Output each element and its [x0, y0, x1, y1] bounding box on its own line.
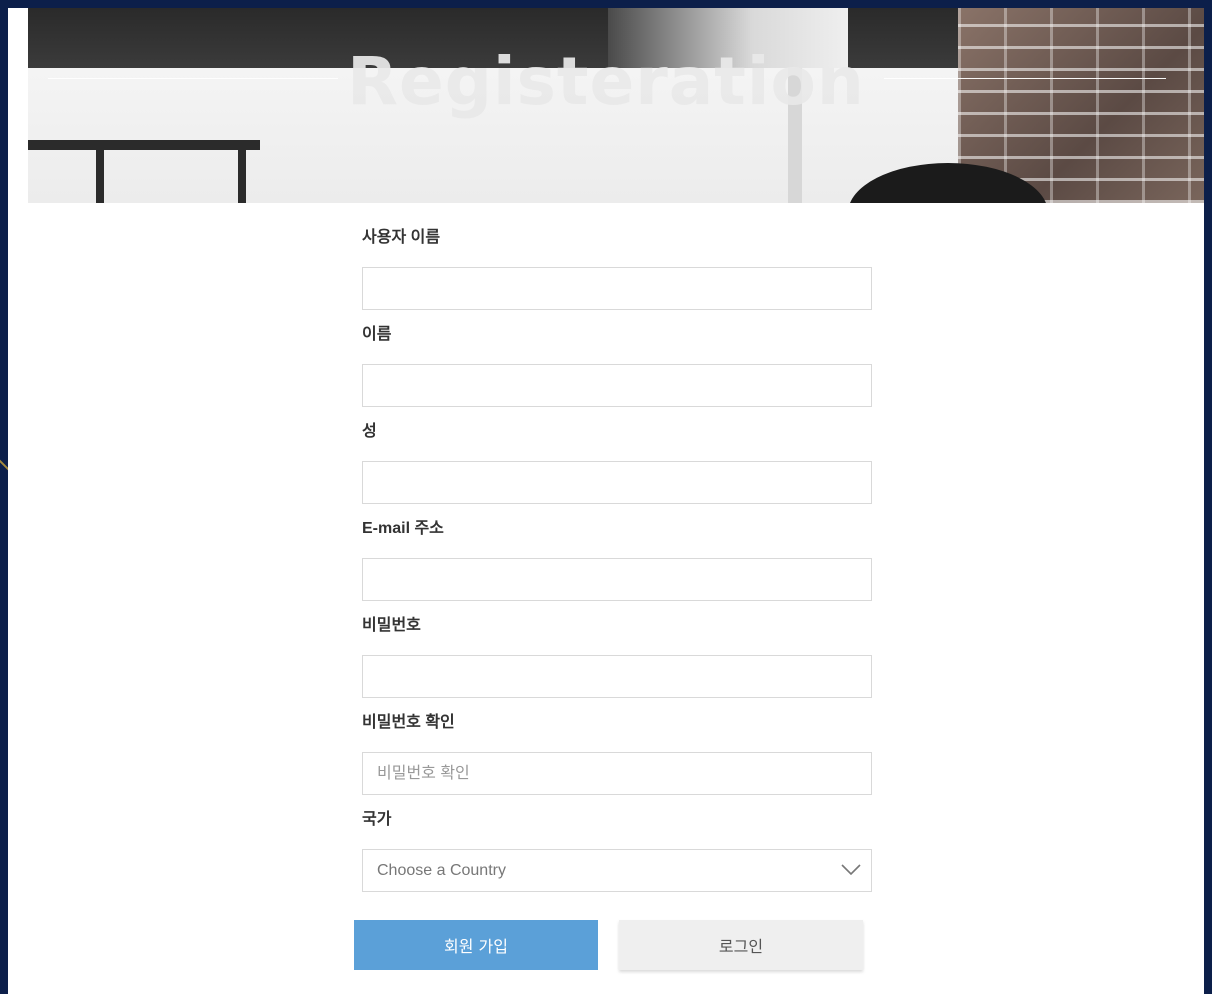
registration-form: 사용자 이름 이름 성 E-mail 주소 비밀번호 비밀번호 확인 국가 Ch… [362, 228, 872, 892]
registration-card: Registeration 사용자 이름 이름 성 E-mail 주소 비밀번호… [8, 8, 1204, 994]
hero-window-frame [28, 140, 260, 150]
last-name-input[interactable] [362, 461, 872, 504]
password-confirm-input[interactable] [362, 752, 872, 795]
last-name-label: 성 [362, 423, 377, 440]
signup-button[interactable]: 회원 가입 [354, 920, 598, 970]
country-label: 국가 [362, 811, 392, 828]
chevron-down-icon [841, 864, 861, 876]
country-select-value: Choose a Country [377, 862, 506, 879]
page-title: Registeration [347, 43, 865, 120]
first-name-label: 이름 [362, 326, 392, 343]
login-button[interactable]: 로그인 [619, 920, 863, 970]
country-select[interactable]: Choose a Country [362, 849, 872, 892]
username-label: 사용자 이름 [362, 229, 441, 246]
email-label: E-mail 주소 [362, 520, 444, 537]
password-input[interactable] [362, 655, 872, 698]
first-name-input[interactable] [362, 364, 872, 407]
hero-window-post [238, 150, 246, 203]
password-label: 비밀번호 [362, 617, 421, 634]
password-confirm-label: 비밀번호 확인 [362, 714, 455, 731]
email-input[interactable] [362, 558, 872, 601]
form-actions: 회원 가입 로그인 [354, 920, 864, 970]
hero-window-post [96, 150, 104, 203]
username-input[interactable] [362, 267, 872, 310]
